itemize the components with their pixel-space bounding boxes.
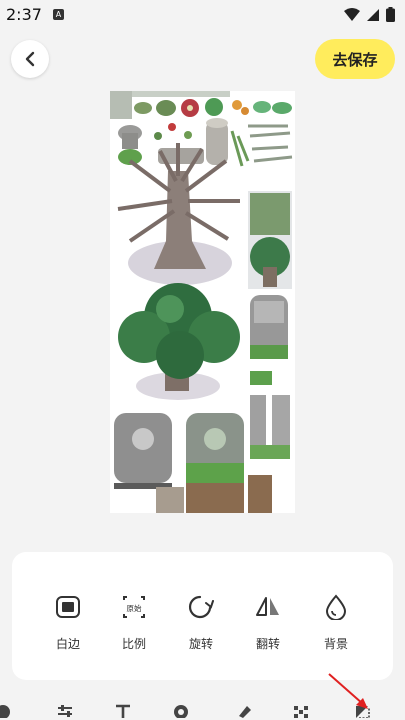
background-icon: [325, 594, 347, 621]
annotation-arrow-icon: [328, 673, 368, 709]
save-button[interactable]: 去保存: [315, 39, 395, 79]
tool-border-label: 白边: [55, 637, 80, 651]
edit-tool-panel: 白边 原始 比例 旋转 翻转 背景: [12, 552, 393, 680]
tool-flip-label: 翻转: [255, 637, 280, 651]
flip-icon: [256, 597, 279, 616]
tool-background-label: 背景: [323, 637, 348, 651]
eraser-tool-icon[interactable]: [235, 702, 253, 718]
tool-rotate-label: 旋转: [188, 637, 213, 651]
tool-ratio-label: 比例: [121, 637, 146, 651]
filter-tool-icon[interactable]: [172, 702, 190, 718]
image-canvas[interactable]: [110, 91, 295, 513]
status-indicators: [344, 7, 395, 22]
tool-background[interactable]: 背景: [308, 594, 364, 652]
ratio-icon: 原始: [123, 596, 145, 618]
chevron-left-icon: [25, 51, 35, 67]
text-tool-icon[interactable]: [114, 702, 132, 718]
battery-icon: [386, 7, 395, 22]
ratio-icon-text: 原始: [127, 603, 142, 613]
rotate-icon: [188, 595, 214, 619]
tool-flip[interactable]: 翻转: [240, 594, 296, 652]
wifi-icon: [344, 7, 360, 21]
status-bar: 2:37 A: [0, 0, 405, 30]
back-button[interactable]: [11, 40, 49, 78]
border-icon: [56, 596, 80, 618]
app-notification-icon: A: [53, 9, 64, 20]
tileset-image: [110, 91, 293, 513]
tool-rotate[interactable]: 旋转: [173, 594, 229, 652]
cellular-signal-icon: [367, 8, 379, 21]
sticker-tool-icon[interactable]: [0, 702, 12, 718]
tool-border[interactable]: 白边: [40, 594, 96, 652]
status-time: 2:37: [6, 5, 42, 24]
mosaic-tool-icon[interactable]: [292, 702, 310, 718]
tool-ratio[interactable]: 原始 比例: [106, 594, 162, 652]
adjust-tool-icon[interactable]: [56, 702, 74, 718]
